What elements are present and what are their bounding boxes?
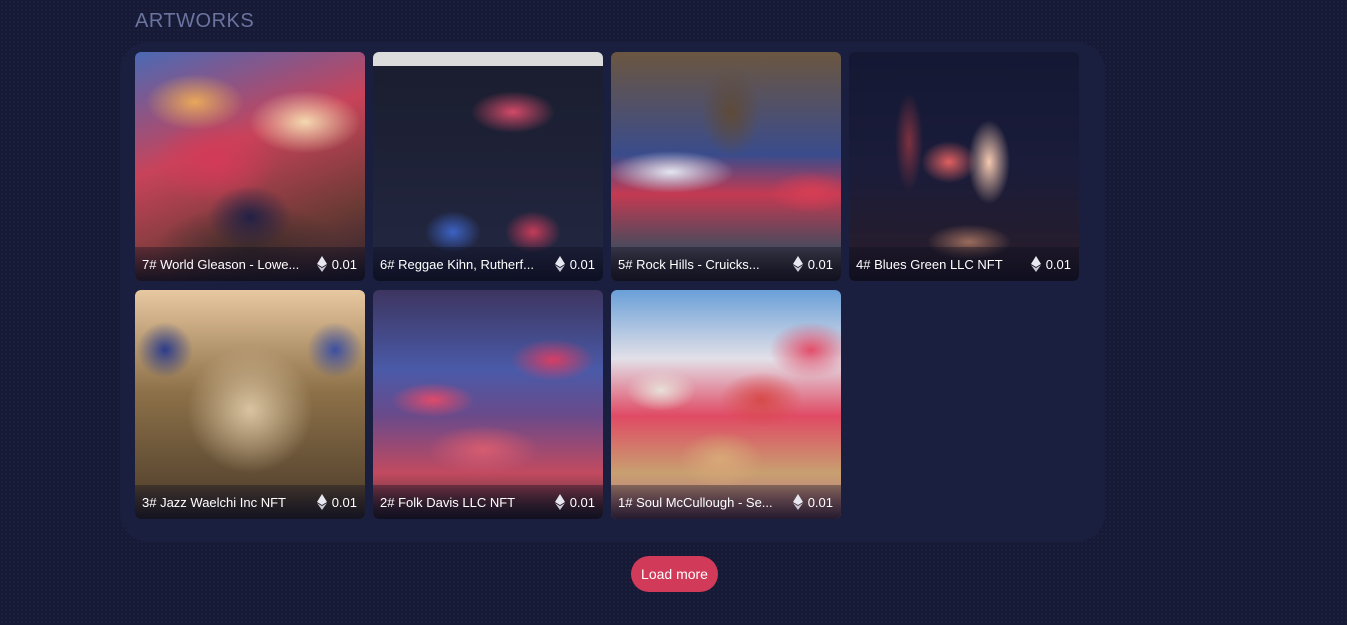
artwork-name: 3# Jazz Waelchi Inc NFT bbox=[142, 494, 287, 510]
artwork-card[interactable]: 2# Folk Davis LLC NFT 0.01 bbox=[373, 290, 603, 519]
artwork-name: 5# Rock Hills - Cruicks... bbox=[618, 256, 760, 272]
price-value: 0.01 bbox=[569, 256, 595, 272]
price-value: 0.01 bbox=[807, 494, 833, 510]
artwork-price: 0.01 bbox=[554, 256, 595, 272]
artwork-price: 0.01 bbox=[316, 256, 357, 272]
load-more-button[interactable]: Load more bbox=[631, 556, 718, 592]
artwork-name: 6# Reggae Kihn, Rutherf... bbox=[380, 256, 534, 272]
artwork-card[interactable]: 3# Jazz Waelchi Inc NFT 0.01 bbox=[135, 290, 365, 519]
ethereum-icon bbox=[316, 256, 327, 272]
artwork-card[interactable]: 6# Reggae Kihn, Rutherf... 0.01 bbox=[373, 52, 603, 281]
artwork-name: 4# Blues Green LLC NFT bbox=[856, 256, 1003, 272]
price-value: 0.01 bbox=[807, 256, 833, 272]
artwork-caption: 5# Rock Hills - Cruicks... 0.01 bbox=[611, 247, 841, 281]
artwork-caption: 6# Reggae Kihn, Rutherf... 0.01 bbox=[373, 247, 603, 281]
ethereum-icon bbox=[792, 494, 803, 510]
artwork-name: 2# Folk Davis LLC NFT bbox=[380, 494, 516, 510]
artwork-caption: 2# Folk Davis LLC NFT 0.01 bbox=[373, 485, 603, 519]
artwork-card[interactable]: 1# Soul McCullough - Se... 0.01 bbox=[611, 290, 841, 519]
artwork-caption: 3# Jazz Waelchi Inc NFT 0.01 bbox=[135, 485, 365, 519]
ethereum-icon bbox=[316, 494, 327, 510]
artwork-name: 1# Soul McCullough - Se... bbox=[618, 494, 773, 510]
ethereum-icon bbox=[554, 494, 565, 510]
price-value: 0.01 bbox=[1045, 256, 1071, 272]
artwork-card[interactable]: 7# World Gleason - Lowe... 0.01 bbox=[135, 52, 365, 281]
ethereum-icon bbox=[1030, 256, 1041, 272]
ethereum-icon bbox=[792, 256, 803, 272]
price-value: 0.01 bbox=[331, 256, 357, 272]
ethereum-icon bbox=[554, 256, 565, 272]
artwork-grid: 7# World Gleason - Lowe... 0.01 6# Regga… bbox=[135, 52, 1079, 519]
artwork-caption: 4# Blues Green LLC NFT 0.01 bbox=[849, 247, 1079, 281]
artwork-card[interactable]: 5# Rock Hills - Cruicks... 0.01 bbox=[611, 52, 841, 281]
artwork-price: 0.01 bbox=[316, 494, 357, 510]
price-value: 0.01 bbox=[569, 494, 595, 510]
artwork-caption: 7# World Gleason - Lowe... 0.01 bbox=[135, 247, 365, 281]
artwork-card[interactable]: 4# Blues Green LLC NFT 0.01 bbox=[849, 52, 1079, 281]
price-value: 0.01 bbox=[331, 494, 357, 510]
artwork-price: 0.01 bbox=[554, 494, 595, 510]
section-title: ARTWORKS bbox=[135, 10, 255, 32]
artwork-name: 7# World Gleason - Lowe... bbox=[142, 256, 300, 272]
artwork-caption: 1# Soul McCullough - Se... 0.01 bbox=[611, 485, 841, 519]
artwork-price: 0.01 bbox=[792, 256, 833, 272]
artwork-price: 0.01 bbox=[1030, 256, 1071, 272]
artwork-price: 0.01 bbox=[792, 494, 833, 510]
